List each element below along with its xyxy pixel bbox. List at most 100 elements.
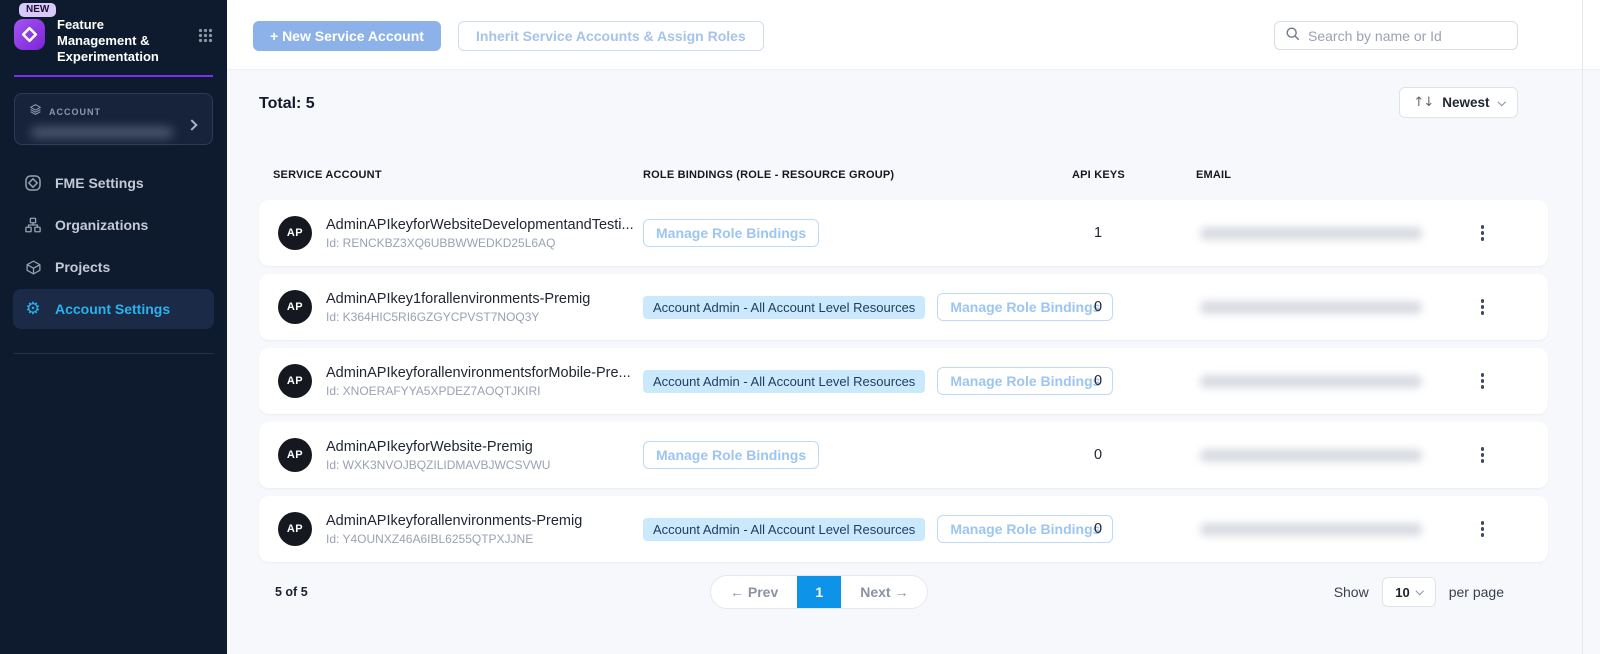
role-bindings-cell: Manage Role Bindings: [643, 441, 1072, 469]
email-cell: [1196, 375, 1475, 388]
page-size-control: Show 10 per page: [1334, 575, 1504, 609]
role-badge: Account Admin - All Account Level Resour…: [643, 296, 925, 319]
column-service-account: SERVICE ACCOUNT: [259, 169, 643, 181]
service-account-id: Id: RENCKBZ3XQ6UBBWWEDKD25L6AQ: [326, 236, 634, 250]
table-row: AP AdminAPIkeyforallenvironmentsforMobil…: [259, 348, 1548, 414]
email-cell: [1196, 523, 1475, 536]
manage-role-bindings-button[interactable]: Manage Role Bindings: [643, 219, 819, 247]
chevron-down-icon: [1497, 98, 1505, 106]
service-account-cell: AP AdminAPIkeyforWebsiteDevelopmentandTe…: [259, 216, 643, 250]
sidebar-item-organizations[interactable]: Organizations: [13, 205, 214, 245]
service-account-cell: AP AdminAPIkeyforallenvironmentsforMobil…: [259, 364, 643, 398]
search-box: [1274, 21, 1518, 50]
page-size-select[interactable]: 10: [1382, 577, 1436, 607]
sidebar-divider: [14, 353, 213, 354]
sidebar: NEW Feature Management & Experimentation: [0, 0, 227, 654]
rows-container: AP AdminAPIkeyforWebsiteDevelopmentandTe…: [259, 200, 1548, 562]
chevron-down-icon: [1416, 587, 1424, 595]
api-keys-count: 0: [1072, 373, 1196, 389]
service-account-name: AdminAPIkeyforallenvironmentsforMobile-P…: [326, 365, 631, 381]
inherit-service-accounts-button[interactable]: Inherit Service Accounts & Assign Roles: [458, 21, 764, 51]
search-input[interactable]: [1308, 28, 1507, 44]
row-menu-button[interactable]: [1475, 515, 1491, 543]
role-bindings-cell: Account Admin - All Account Level Resour…: [643, 293, 1072, 321]
role-badge: Account Admin - All Account Level Resour…: [643, 518, 925, 541]
service-account-name: AdminAPIkeyforallenvironments-Premig: [326, 513, 582, 529]
email-cell: [1196, 301, 1475, 314]
role-badge: Account Admin - All Account Level Resour…: [643, 370, 925, 393]
service-account-id: Id: XNOERAFYYA5XPDEZ7AOQTJKIRI: [326, 384, 631, 398]
page-size-value: 10: [1395, 585, 1409, 600]
sidebar-item-label: FME Settings: [55, 175, 144, 191]
fme-logo-icon: [14, 19, 45, 50]
table-row: AP AdminAPIkeyforallenvironments-Premig …: [259, 496, 1548, 562]
fme-settings-icon: [24, 174, 42, 192]
service-account-id: Id: K364HIC5RI6GZGYCPVST7NOQ3Y: [326, 310, 590, 324]
search-icon: [1285, 26, 1300, 46]
service-account-cell: AP AdminAPIkey1forallenvironments-Premig…: [259, 290, 643, 324]
chevron-right-icon: [188, 116, 196, 134]
brand-block: NEW Feature Management & Experimentation: [0, 0, 227, 65]
panel-edge-divider: [1582, 0, 1583, 654]
next-page-button[interactable]: Next →: [841, 576, 927, 608]
account-switcher[interactable]: ACCOUNT: [14, 93, 213, 145]
email-redacted: [1200, 449, 1422, 462]
api-keys-count: 0: [1072, 299, 1196, 315]
avatar: AP: [278, 216, 312, 250]
sidebar-item-label: Projects: [55, 259, 110, 275]
kebab-icon: [1481, 521, 1485, 537]
sort-arrows-icon: ↑↓: [1413, 95, 1433, 110]
sidebar-item-projects[interactable]: Projects: [13, 247, 214, 287]
cube-icon: [24, 259, 42, 276]
pager: ← Prev 1 Next →: [710, 575, 928, 609]
email-redacted: [1200, 227, 1422, 240]
sidebar-item-label: Account Settings: [55, 301, 170, 317]
row-menu-button[interactable]: [1475, 219, 1491, 247]
service-account-cell: AP AdminAPIkeyforallenvironments-Premig …: [259, 512, 643, 546]
manage-role-bindings-button[interactable]: Manage Role Bindings: [643, 441, 819, 469]
email-redacted: [1200, 375, 1422, 388]
sort-dropdown[interactable]: ↑↓ Newest: [1399, 87, 1518, 118]
result-count: 5 of 5: [275, 575, 308, 609]
row-menu-button[interactable]: [1475, 293, 1491, 321]
kebab-icon: [1481, 299, 1485, 315]
brand-accent-divider: [14, 75, 213, 77]
sidebar-menu: FME Settings Organizations: [0, 163, 227, 329]
table-row: AP AdminAPIkeyforWebsiteDevelopmentandTe…: [259, 200, 1548, 266]
prev-page-button[interactable]: ← Prev: [711, 576, 797, 608]
service-account-id: Id: WXK3NVOJBQZILIDMAVBJWCSVWU: [326, 458, 550, 472]
sidebar-item-account-settings[interactable]: ⚙ Account Settings: [13, 289, 214, 329]
row-menu-button[interactable]: [1475, 441, 1491, 469]
row-menu-button[interactable]: [1475, 367, 1491, 395]
avatar: AP: [278, 512, 312, 546]
current-page-button[interactable]: 1: [797, 576, 841, 608]
email-cell: [1196, 449, 1475, 462]
layers-icon: [29, 103, 42, 121]
show-label: Show: [1334, 584, 1369, 600]
column-role-bindings: ROLE BINDINGS (ROLE - RESOURCE GROUP): [643, 169, 1072, 181]
account-name-redacted: [31, 127, 173, 138]
sidebar-item-fme-settings[interactable]: FME Settings: [13, 163, 214, 203]
sidebar-item-label: Organizations: [55, 217, 148, 233]
role-bindings-cell: Manage Role Bindings: [643, 219, 1072, 247]
pagination-bar: 5 of 5 ← Prev 1 Next → Show 10 per page: [259, 575, 1548, 611]
main-panel: + New Service Account Inherit Service Ac…: [227, 0, 1600, 654]
table-row: AP AdminAPIkeyforWebsite-Premig Id: WXK3…: [259, 422, 1548, 488]
service-account-id: Id: Y4OUNXZ46A6IBL6255QTPXJJNE: [326, 532, 582, 546]
total-count: Total: 5: [259, 70, 1548, 113]
api-keys-count: 1: [1072, 225, 1196, 241]
gear-icon: ⚙: [24, 299, 42, 319]
new-badge: NEW: [19, 3, 56, 17]
new-service-account-button[interactable]: + New Service Account: [253, 21, 441, 51]
service-account-cell: AP AdminAPIkeyforWebsite-Premig Id: WXK3…: [259, 438, 643, 472]
avatar: AP: [278, 364, 312, 398]
column-api-keys: API KEYS: [1072, 169, 1196, 181]
api-keys-count: 0: [1072, 447, 1196, 463]
role-bindings-cell: Account Admin - All Account Level Resour…: [643, 367, 1072, 395]
service-account-name: AdminAPIkey1forallenvironments-Premig: [326, 291, 590, 307]
per-page-label: per page: [1449, 584, 1504, 600]
product-title: Feature Management & Experimentation: [57, 12, 169, 65]
service-accounts-page: NEW Feature Management & Experimentation: [0, 0, 1600, 654]
service-account-list: Total: 5 SERVICE ACCOUNT ROLE BINDINGS (…: [259, 70, 1548, 611]
app-switcher-icon[interactable]: [198, 28, 213, 48]
